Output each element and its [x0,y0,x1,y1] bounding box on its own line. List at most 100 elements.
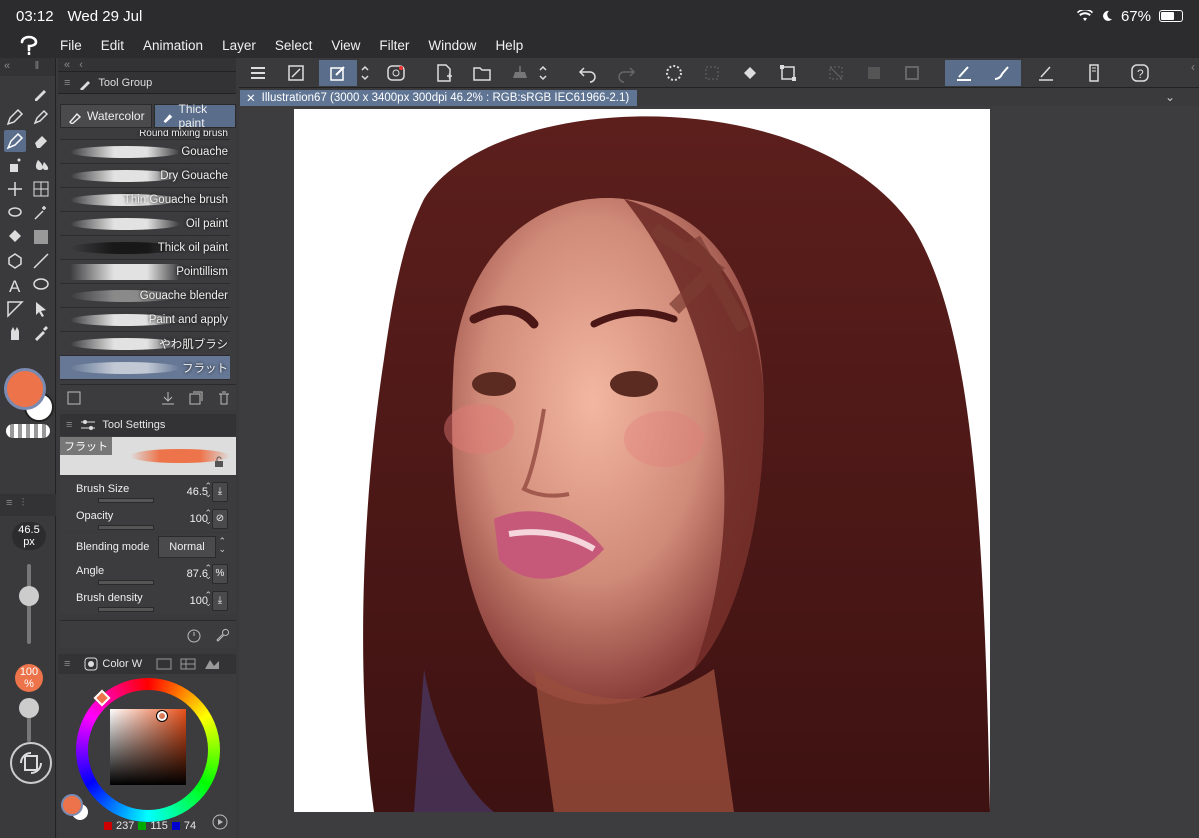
ruler-icon[interactable] [1031,60,1061,86]
magic-wand-tool-icon[interactable] [30,202,52,224]
clip-studio-logo-icon[interactable] [18,35,40,55]
brush-size-spinner[interactable]: ⌃ ⌄ [204,482,212,499]
illustration-canvas[interactable] [294,109,990,812]
brush-item-round-mixing[interactable]: Round mixing brush [60,130,230,140]
brush-density-spinner[interactable]: ⌃ ⌄ [204,591,212,608]
import-brush-icon[interactable] [160,390,176,406]
color-set-tab-icon[interactable] [180,658,196,670]
brush-item-thick-oil-paint[interactable]: Thick oil paint [60,236,230,260]
operation-tool-icon[interactable] [4,178,26,200]
duplicate-brush-icon[interactable] [188,390,204,406]
menu-layer[interactable]: Layer [222,38,256,53]
blending-mode-spinner[interactable]: ⌃ ⌄ [218,537,226,554]
companion-icon[interactable] [381,60,411,86]
deselect-icon[interactable] [821,60,851,86]
pen-pressure-icon[interactable] [945,60,983,86]
invert-selection-icon[interactable] [859,60,889,86]
brush-item-paint-and-apply[interactable]: Paint and apply [60,308,230,332]
color-slider-tab-icon[interactable] [156,658,172,670]
color-tab-label[interactable]: Color W [102,658,142,670]
hamburger-menu-icon[interactable] [243,60,273,86]
brush-item-oil-paint[interactable]: Oil paint [60,212,230,236]
brush-size-bar[interactable] [98,498,154,503]
blending-mode-setting[interactable]: Blending mode Normal ⌃ ⌄ [60,533,236,560]
tab-thick-paint[interactable]: Thick paint [153,102,236,130]
device-icon[interactable] [1079,60,1109,86]
brush-size-slider-thumb[interactable] [19,586,39,606]
new-file-icon[interactable] [429,60,459,86]
airbrush-tool-icon[interactable] [4,154,26,176]
brush-options-icon[interactable] [66,390,82,406]
brush-density-setting[interactable]: Brush density 100 ⌃ ⌄ ⤓ [60,587,236,614]
angle-dynamics-icon[interactable]: % [212,564,228,584]
toolbar-collapse-icon[interactable]: ‹ [1191,60,1195,74]
menu-help[interactable]: Help [495,38,523,53]
menu-filter[interactable]: Filter [379,38,409,53]
opacity-spinner[interactable]: ⌃ ⌄ [204,509,212,526]
lock-icon[interactable] [212,455,226,469]
line-tool-icon[interactable] [30,250,52,272]
panel-collapse[interactable]: « ‹ [58,58,236,72]
menu-edit[interactable]: Edit [101,38,124,53]
blend-tool-icon[interactable] [30,154,52,176]
gradient-tool-icon[interactable] [30,226,52,248]
show-selection-icon[interactable] [897,60,927,86]
balloon-tool-icon[interactable] [30,274,52,296]
document-tab[interactable]: ✕ Illustration67 (3000 x 3400px 300dpi 4… [240,90,638,106]
fill-tool-icon[interactable] [4,226,26,248]
strip-collapse[interactable]: « ‖ [0,58,55,76]
opacity-setting[interactable]: Opacity 100 ⌃ ⌄ ⊘ [60,505,236,532]
eraser-tool-icon[interactable] [30,130,52,152]
brush-size-pressure-icon[interactable]: ⤓ [212,482,228,502]
menu-animation[interactable]: Animation [143,38,203,53]
lasso-tool-icon[interactable] [4,202,26,224]
hand-tool-icon[interactable] [4,322,26,344]
color-wheel-tab-icon[interactable] [84,657,98,671]
delete-brush-icon[interactable] [216,390,232,406]
brush-item-flat[interactable]: フラット [60,356,230,380]
brush-size-setting[interactable]: Brush Size 46.5 ⌃ ⌄ ⤓ [60,478,236,505]
brush-item-dry-gouache[interactable]: Dry Gouache [60,164,230,188]
brush-item-pointillism[interactable]: Pointillism [60,260,230,284]
angle-setting[interactable]: Angle 87.6 ⌃ ⌄ % [60,560,236,587]
transparent-color-swatch[interactable] [6,424,50,438]
color-picker-cursor[interactable] [156,710,168,722]
wrench-icon[interactable] [214,627,230,643]
opacity-pressure-icon[interactable]: ⊘ [212,509,228,529]
pen-tool-icon[interactable] [4,106,26,128]
mesh-tool-icon[interactable] [30,178,52,200]
menu-select[interactable]: Select [275,38,313,53]
menu-file[interactable]: File [60,38,82,53]
redo-icon[interactable] [611,60,641,86]
save-icon[interactable] [505,60,535,86]
angle-bar[interactable] [98,580,154,585]
touch-brush-icon[interactable] [983,60,1021,86]
help-icon[interactable]: ? [1125,60,1155,86]
transform-icon[interactable] [773,60,803,86]
save-chevron-icon[interactable] [535,60,551,86]
pencil-tool-icon[interactable] [30,106,52,128]
blending-mode-select[interactable]: Normal [158,536,216,558]
brush-item-gouache[interactable]: Gouache [60,140,230,164]
fit-canvas-icon[interactable] [281,60,311,86]
tab-watercolor[interactable]: Watercolor [60,104,152,128]
main-color-swatch[interactable] [4,368,46,410]
angle-spinner[interactable]: ⌃ ⌄ [204,564,212,581]
menu-window[interactable]: Window [428,38,476,53]
edit-mode-icon[interactable] [319,60,357,86]
rotate-canvas-icon[interactable] [10,742,52,784]
document-list-chevron-icon[interactable]: ⌄ [1165,90,1175,104]
clear-icon[interactable] [697,60,727,86]
opacity-bar[interactable] [98,525,154,530]
3d-tool-icon[interactable] [4,250,26,272]
color-saturation-square[interactable] [110,709,186,785]
brush-tool-icon[interactable] [30,82,52,104]
paint-brush-tool-icon[interactable] [4,130,26,152]
frame-tool-icon[interactable] [4,298,26,320]
close-document-icon[interactable]: ✕ [246,91,256,105]
play-icon[interactable] [212,814,228,830]
eyedropper-tool-icon[interactable] [30,322,52,344]
reset-settings-icon[interactable] [186,627,202,643]
object-tool-icon[interactable] [30,298,52,320]
loading-icon[interactable] [659,60,689,86]
